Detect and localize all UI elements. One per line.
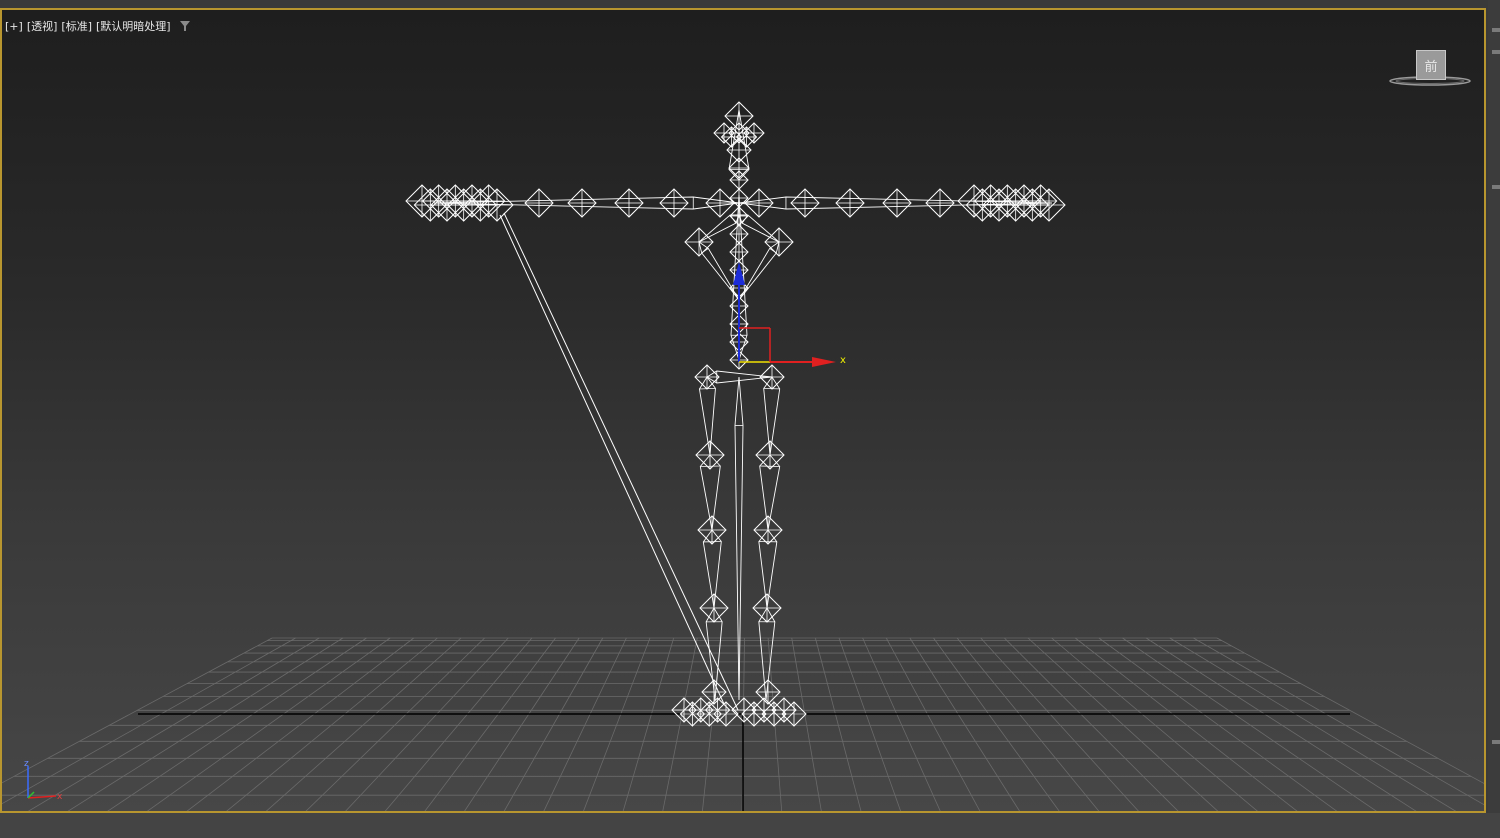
gizmo-x-label: x [840,355,846,366]
viewport-plus-menu[interactable]: [+] [5,20,23,33]
ground-grid [2,637,1484,811]
viewport-standard-menu[interactable]: [标准] [61,18,92,34]
viewcube-front-face[interactable]: 前 [1416,50,1446,80]
viewcube-icon[interactable]: 前 [1388,48,1472,90]
bone-edge [769,248,777,254]
gizmo-x-arrow [812,357,836,367]
perspective-viewport[interactable]: x [+] [透视] [标准] [默认明暗处理] 前 z x [0,8,1486,813]
biped-skeleton[interactable] [405,101,1066,727]
viewport-shading-menu[interactable]: [默认明暗处理] [96,18,171,34]
bone-edge [699,387,716,390]
filter-icon[interactable] [179,20,191,32]
axis-x-label: x [57,792,63,802]
axis-z-label: z [24,759,29,769]
viewport-point-of-view-menu[interactable]: [透视] [27,18,58,34]
move-gizmo[interactable]: x [733,262,846,367]
right-panel-edge [1488,0,1500,838]
link-line [499,214,725,705]
viewport-scene[interactable]: x [2,10,1486,813]
bottom-panel-edge [0,813,1500,838]
viewport-label-menu[interactable]: [+] [透视] [标准] [默认明暗处理] [5,18,191,34]
bone-edge [701,248,709,254]
world-axis-icon: z x [24,759,63,802]
